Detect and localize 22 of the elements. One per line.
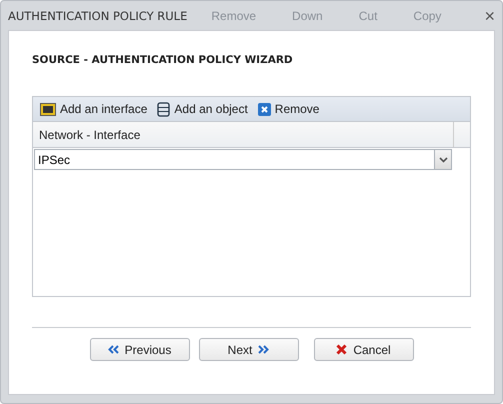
background-toolbar-label: Down xyxy=(292,8,323,22)
double-chevron-left-icon xyxy=(108,345,119,354)
background-toolbar-label: Remove xyxy=(211,8,256,22)
add-object-button[interactable]: Add an object xyxy=(155,102,250,116)
remove-button[interactable]: Remove xyxy=(256,102,322,116)
next-button[interactable]: Next xyxy=(198,338,298,361)
dropdown-trigger[interactable] xyxy=(434,149,452,170)
interface-field[interactable]: IPSec xyxy=(34,149,434,170)
close-button[interactable]: × xyxy=(484,6,495,24)
add-interface-button[interactable]: Add an interface xyxy=(38,102,150,116)
cancel-button[interactable]: Cancel xyxy=(314,338,414,361)
database-icon xyxy=(157,102,170,116)
network-port-icon xyxy=(40,102,56,116)
window-title: AUTHENTICATION POLICY RULE xyxy=(8,8,188,22)
cross-icon xyxy=(336,344,348,355)
previous-button[interactable]: Previous xyxy=(90,338,190,361)
chevron-down-icon xyxy=(438,156,448,162)
background-toolbar-label: Copy xyxy=(413,8,442,22)
wizard-heading: SOURCE - AUTHENTICATION POLICY WIZARD xyxy=(32,54,294,68)
background-toolbar-label: Cut xyxy=(358,8,378,22)
double-chevron-right-icon xyxy=(258,345,270,354)
remove-icon xyxy=(258,102,271,116)
